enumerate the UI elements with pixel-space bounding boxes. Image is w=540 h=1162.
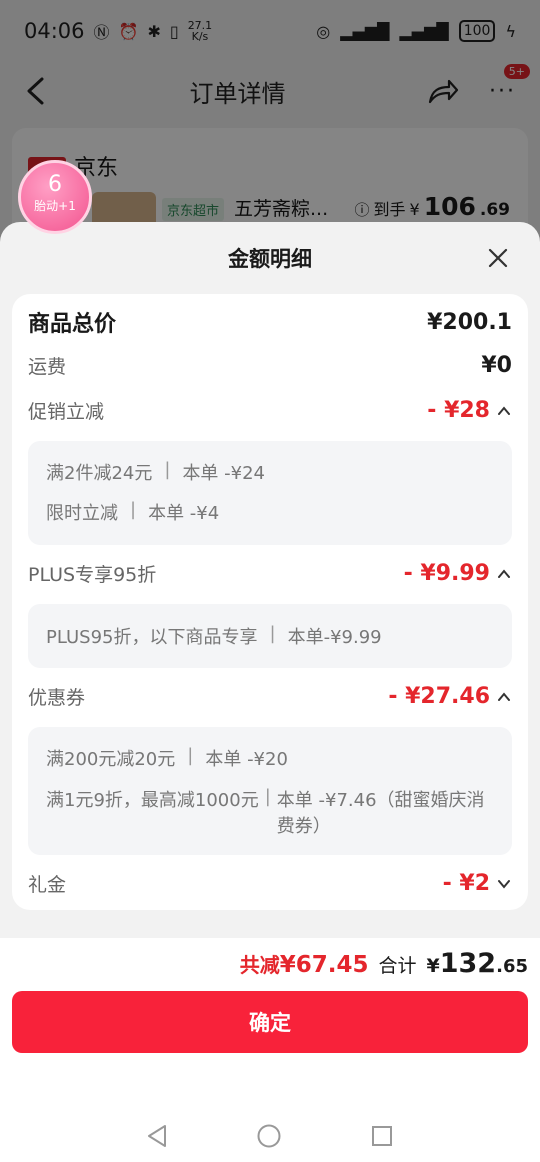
system-nav-bar [0, 1116, 540, 1156]
confirm-button[interactable]: 确定 [12, 991, 528, 1053]
coupon-line: 满200元减20元 | 本单 -¥20 [46, 745, 494, 771]
promo-line-value: 本单 -¥24 [182, 463, 266, 484]
shipping-label: 运费 [28, 356, 67, 378]
close-icon[interactable] [484, 244, 512, 272]
separator: | [269, 623, 276, 644]
plus-line-name: PLUS95折，以下商品专享 [46, 627, 258, 648]
gift-label: 礼金 [28, 874, 67, 896]
coupon-label: 优惠券 [28, 687, 86, 709]
shipping-amount: ¥0 [481, 353, 512, 378]
gift-row[interactable]: 礼金 - ¥2 [28, 870, 512, 897]
sheet-footer: 共减¥67.45 合计 ¥132.65 确定 [0, 938, 540, 1162]
sum-currency: ¥ [426, 955, 440, 977]
coupon-row[interactable]: 优惠券 - ¥27.46 [28, 683, 512, 710]
goods-total-label: 商品总价 [28, 312, 117, 337]
gift-amount: - ¥2 [442, 871, 490, 896]
chevron-down-icon[interactable] [496, 876, 512, 892]
sum-amount: ¥132.65 [427, 948, 529, 979]
coupon-amount-wrap: - ¥27.46 [388, 684, 512, 709]
goods-total-amount: ¥200.1 [427, 309, 512, 335]
coupon-line-name: 满200元减20元 [46, 749, 176, 770]
gift-amount-wrap: - ¥2 [443, 871, 512, 896]
coupon-line: 满1元9折，最高减1000元 | 本单 -¥7.46（甜蜜婚庆消费券） [46, 786, 494, 838]
separator: | [187, 745, 194, 766]
separator: | [164, 459, 171, 480]
coupon-line-value: 本单 -¥20 [205, 749, 288, 770]
promo-line-value: 本单 -¥4 [148, 503, 220, 524]
sum-dec: .65 [496, 956, 528, 977]
fetal-movement-bubble[interactable]: 6 胎动+1 [18, 160, 92, 234]
plus-line: PLUS95折，以下商品专享 | 本单-¥9.99 [46, 623, 494, 649]
coupon-amount: - ¥27.46 [388, 684, 490, 709]
sheet-title: 金额明细 [228, 247, 312, 271]
promo-amount: - ¥28 [427, 398, 490, 423]
shipping-row: 运费 ¥0 [28, 352, 512, 379]
promo-detail-box: 满2件减24元 | 本单 -¥24 限时立减 | 本单 -¥4 [28, 441, 512, 545]
coupon-detail-box: 满200元减20元 | 本单 -¥20 满1元9折，最高减1000元 | 本单 … [28, 727, 512, 855]
plus-detail-box: PLUS95折，以下商品专享 | 本单-¥9.99 [28, 604, 512, 668]
separator: | [130, 499, 137, 520]
home-circle-icon[interactable] [256, 1123, 282, 1149]
plus-amount: - ¥9.99 [403, 561, 490, 586]
fetal-text: 胎动+1 [34, 199, 76, 213]
total-reduce: 共减¥67.45 [240, 949, 369, 978]
total-reduce-label: 共减 [239, 953, 280, 977]
recents-square-icon[interactable] [370, 1124, 394, 1148]
total-reduce-amount: ¥67.45 [279, 952, 369, 978]
coupon-line-name: 满1元9折，最高减1000元 [46, 790, 259, 811]
separator: | [264, 786, 271, 807]
fetal-count: 6 [48, 172, 62, 197]
amount-detail-card: 商品总价 ¥200.1 运费 ¥0 促销立减 - ¥28 满2件减24元 | 本… [12, 294, 528, 910]
promo-amount-wrap: - ¥28 [427, 398, 512, 423]
promo-row[interactable]: 促销立减 - ¥28 [28, 397, 512, 424]
coupon-line-value: 本单 -¥7.46（甜蜜婚庆消费券） [276, 790, 485, 837]
promo-label: 促销立减 [28, 401, 105, 423]
chevron-up-icon[interactable] [496, 403, 512, 419]
sum-int: 132 [439, 948, 497, 979]
sum-label: 合计 [378, 955, 417, 977]
chevron-up-icon[interactable] [496, 689, 512, 705]
promo-line-name: 满2件减24元 [46, 463, 153, 484]
promo-line: 满2件减24元 | 本单 -¥24 [46, 459, 494, 485]
goods-total-row: 商品总价 ¥200.1 [28, 306, 512, 338]
back-triangle-icon[interactable] [146, 1124, 168, 1148]
plus-amount-wrap: - ¥9.99 [404, 561, 512, 586]
total-row: 共减¥67.45 合计 ¥132.65 [240, 948, 528, 979]
promo-line: 限时立减 | 本单 -¥4 [46, 499, 494, 525]
chevron-up-icon[interactable] [496, 566, 512, 582]
plus-label: PLUS专享95折 [28, 564, 157, 586]
promo-line-name: 限时立减 [46, 503, 118, 524]
plus-row[interactable]: PLUS专享95折 - ¥9.99 [28, 560, 512, 587]
sheet-header: 金额明细 [0, 222, 540, 294]
plus-line-value: 本单-¥9.99 [287, 627, 382, 648]
